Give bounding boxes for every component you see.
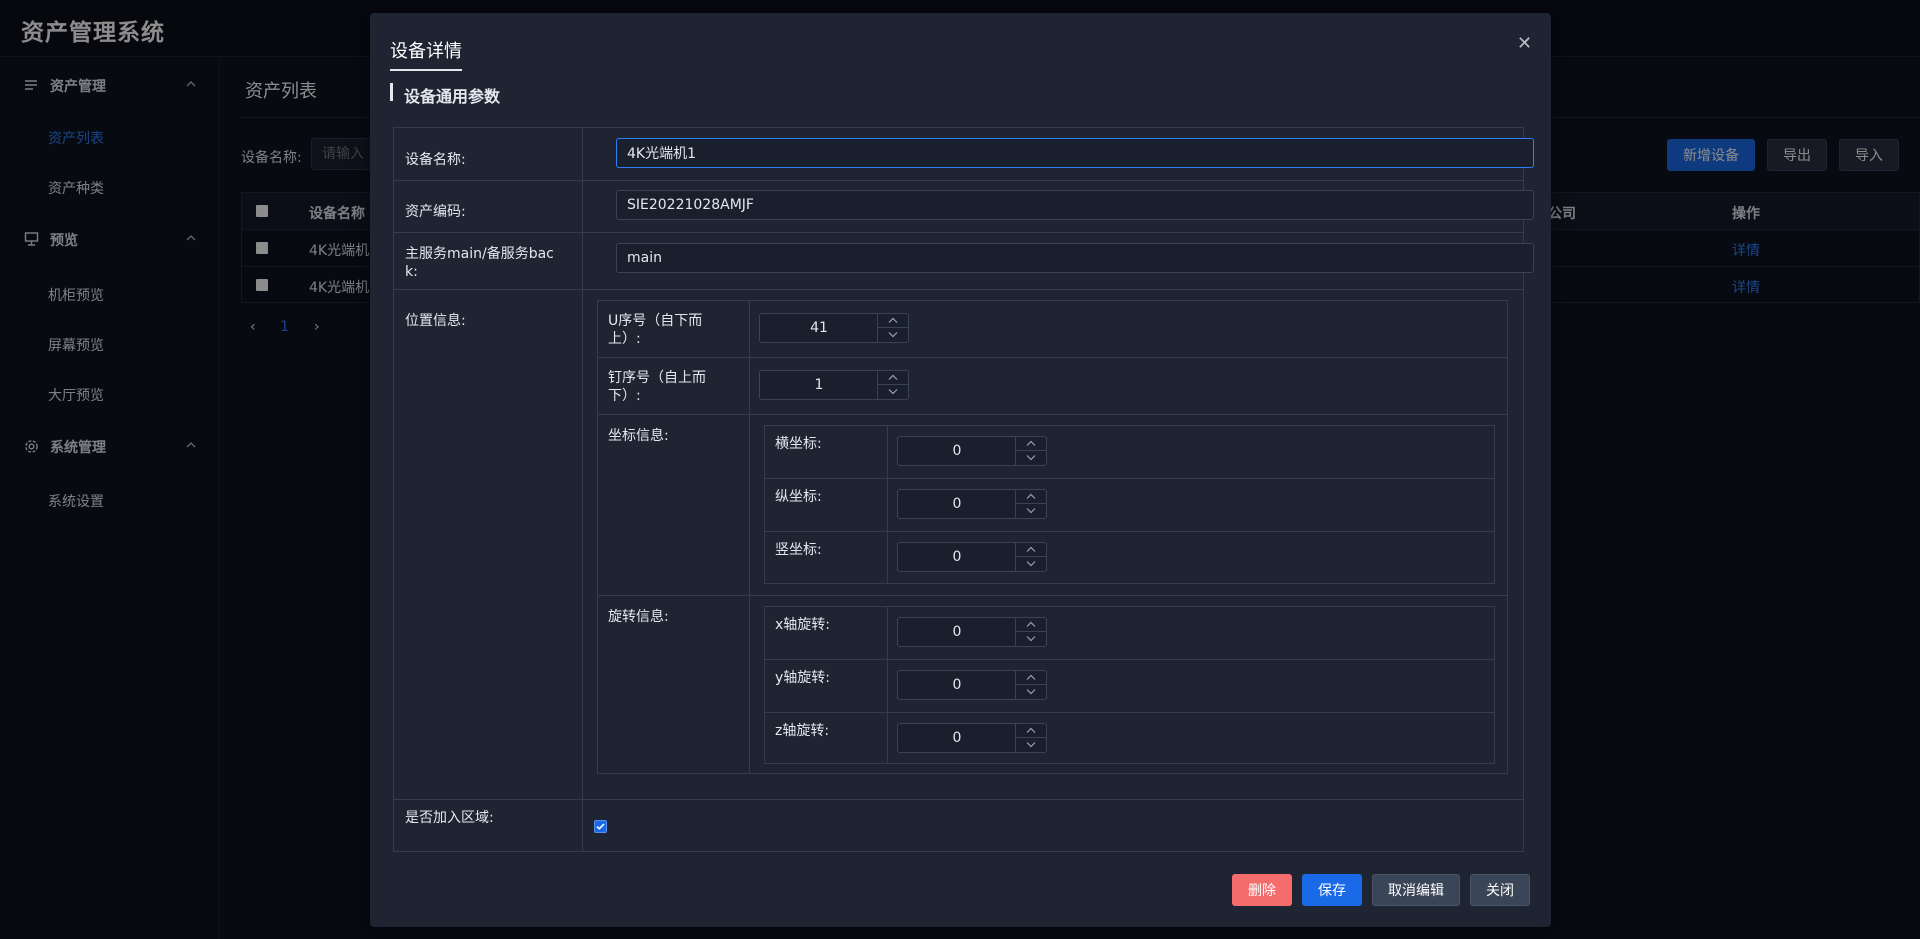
decrement-button[interactable] <box>1015 685 1046 699</box>
z-coord-label: 竖坐标: <box>775 542 822 558</box>
save-button[interactable]: 保存 <box>1302 874 1362 906</box>
coords-subgrid: 横坐标: 0 纵坐标: 0 竖坐标: 0 <box>764 425 1495 584</box>
chevron-down-icon <box>1026 561 1036 567</box>
increment-button[interactable] <box>1015 437 1046 451</box>
x-rotation-label: x轴旋转: <box>775 617 831 633</box>
y-rotation-stepper[interactable]: 0 <box>897 670 1047 700</box>
pin-index-label-line1: 钉序号（自上而 <box>608 370 706 386</box>
service-input[interactable] <box>616 243 1534 273</box>
u-index-stepper[interactable]: 41 <box>759 313 909 343</box>
delete-button[interactable]: 删除 <box>1232 874 1292 906</box>
increment-button[interactable] <box>1015 671 1046 685</box>
tab-device-detail[interactable]: 设备详情 <box>390 37 462 71</box>
increment-button[interactable] <box>1015 724 1046 738</box>
stepper-value[interactable]: 0 <box>898 671 1016 699</box>
section-marker <box>390 83 393 101</box>
stepper-value[interactable]: 0 <box>898 437 1016 465</box>
x-coord-stepper[interactable]: 0 <box>897 436 1047 466</box>
chevron-down-icon <box>1026 455 1036 461</box>
device-name-input[interactable] <box>616 138 1534 168</box>
chevron-up-icon <box>1026 546 1036 552</box>
decrement-button[interactable] <box>1015 451 1046 465</box>
u-index-label-line1: U序号（自下而 <box>608 313 703 329</box>
increment-button[interactable] <box>877 314 908 328</box>
position-label: 位置信息: <box>405 313 466 329</box>
x-coord-label: 横坐标: <box>775 436 822 452</box>
chevron-up-icon <box>1026 493 1036 499</box>
check-icon <box>596 823 605 830</box>
decrement-button[interactable] <box>1015 504 1046 518</box>
stepper-value[interactable]: 0 <box>898 490 1016 518</box>
pin-index-label-line2: 下）: <box>608 388 641 404</box>
u-index-label-line2: 上）: <box>608 331 641 347</box>
stepper-value[interactable]: 0 <box>898 618 1016 646</box>
device-name-label: 设备名称: <box>405 152 466 168</box>
position-subgrid: U序号（自下而 上）: 41 钉序号（自上而 下）: 1 坐标信息: 横坐标: <box>597 300 1508 774</box>
section-title: 设备通用参数 <box>404 87 501 106</box>
join-area-label: 是否加入区域: <box>405 810 494 826</box>
stepper-value[interactable]: 0 <box>898 543 1016 571</box>
increment-button[interactable] <box>1015 618 1046 632</box>
increment-button[interactable] <box>1015 543 1046 557</box>
increment-button[interactable] <box>1015 490 1046 504</box>
chevron-up-icon <box>1026 440 1036 446</box>
join-area-checkbox[interactable] <box>594 820 607 833</box>
decrement-button[interactable] <box>877 385 908 399</box>
cancel-edit-button[interactable]: 取消编辑 <box>1372 874 1460 906</box>
chevron-down-icon <box>888 332 898 338</box>
chevron-up-icon <box>888 374 898 380</box>
chevron-down-icon <box>1026 742 1036 748</box>
y-coord-label: 纵坐标: <box>775 489 822 505</box>
stepper-value[interactable]: 41 <box>760 314 878 342</box>
chevron-down-icon <box>1026 508 1036 514</box>
z-rotation-label: z轴旋转: <box>775 723 830 739</box>
stepper-value[interactable]: 0 <box>898 724 1016 752</box>
y-coord-stepper[interactable]: 0 <box>897 489 1047 519</box>
chevron-up-icon <box>1026 727 1036 733</box>
close-button[interactable]: 关闭 <box>1470 874 1530 906</box>
x-rotation-stepper[interactable]: 0 <box>897 617 1047 647</box>
chevron-up-icon <box>1026 674 1036 680</box>
service-label-line2: k: <box>405 264 418 280</box>
chevron-down-icon <box>888 389 898 395</box>
z-coord-stepper[interactable]: 0 <box>897 542 1047 572</box>
chevron-up-icon <box>1026 621 1036 627</box>
increment-button[interactable] <box>877 371 908 385</box>
asset-code-label: 资产编码: <box>405 204 466 220</box>
chevron-down-icon <box>1026 636 1036 642</box>
y-rotation-label: y轴旋转: <box>775 670 831 686</box>
z-rotation-stepper[interactable]: 0 <box>897 723 1047 753</box>
decrement-button[interactable] <box>877 328 908 342</box>
decrement-button[interactable] <box>1015 632 1046 646</box>
decrement-button[interactable] <box>1015 557 1046 571</box>
service-label-line1: 主服务main/备服务bac <box>405 246 554 262</box>
pin-index-stepper[interactable]: 1 <box>759 370 909 400</box>
rotation-label: 旋转信息: <box>608 609 669 625</box>
form-grid: 设备名称: 资产编码: 主服务main/备服务bac k: 位置信息: U序号（… <box>393 127 1534 852</box>
close-icon[interactable]: ✕ <box>1517 35 1532 53</box>
coords-label: 坐标信息: <box>608 428 669 444</box>
chevron-down-icon <box>1026 689 1036 695</box>
rotation-subgrid: x轴旋转: 0 y轴旋转: 0 z轴旋转: 0 <box>764 606 1495 764</box>
chevron-up-icon <box>888 317 898 323</box>
decrement-button[interactable] <box>1015 738 1046 752</box>
stepper-value[interactable]: 1 <box>760 371 878 399</box>
asset-code-input[interactable] <box>616 190 1534 220</box>
device-detail-modal: 设备详情 ✕ 设备通用参数 设备名称: 资产编码: 主服务main/备服务bac… <box>370 13 1551 927</box>
